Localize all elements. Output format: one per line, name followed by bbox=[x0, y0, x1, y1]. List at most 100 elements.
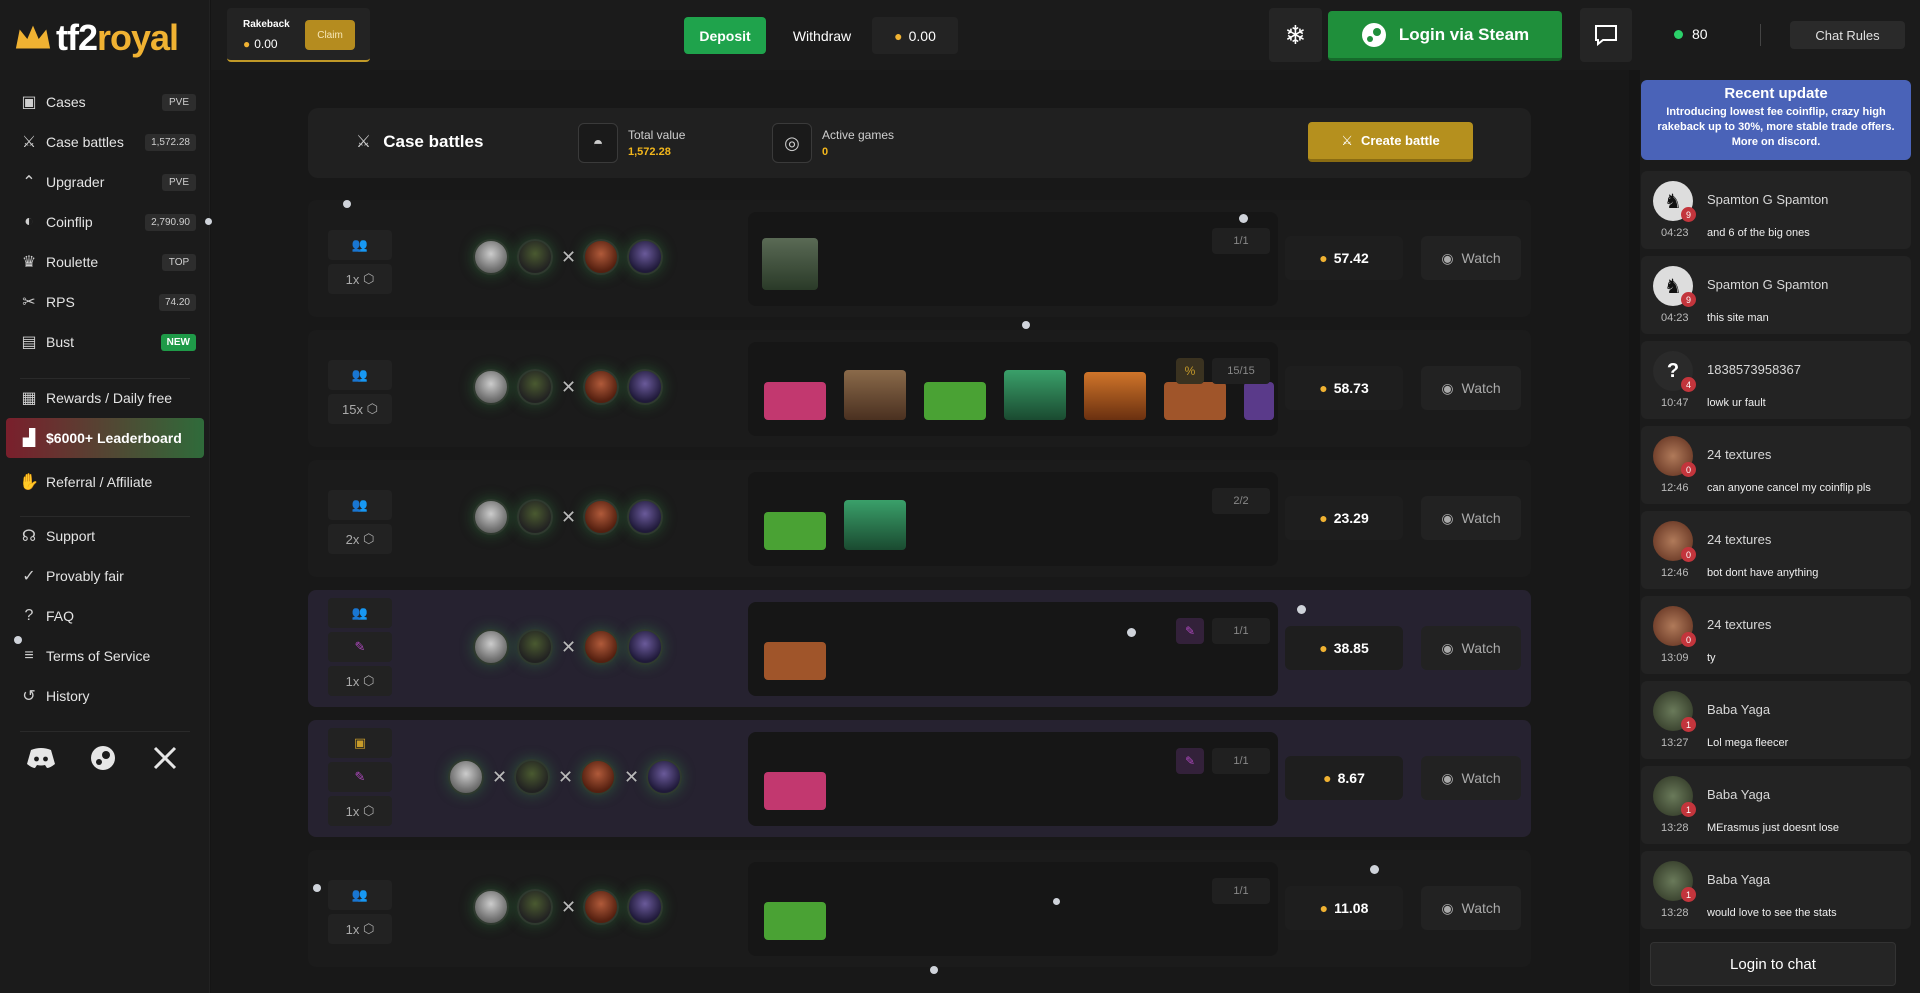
sidebar-item-referral[interactable]: ✋ Referral / Affiliate bbox=[0, 462, 210, 502]
message-text: MErasmus just doesnt lose bbox=[1707, 822, 1840, 834]
round-counter: 1/1 bbox=[1212, 618, 1270, 644]
versus-icon: ✕ bbox=[561, 246, 577, 267]
avatar bbox=[517, 629, 553, 665]
battle-price: ● 11.08 bbox=[1285, 886, 1403, 930]
username[interactable]: 1838573958367 bbox=[1707, 362, 1801, 377]
username[interactable]: Spamton G Spamton bbox=[1707, 192, 1828, 207]
battle-row[interactable]: 👥 ✎ 1x ⬡ ✕ ✎ 1/1 ● 38.85 ◉ Watch bbox=[308, 590, 1531, 707]
avatar bbox=[473, 889, 509, 925]
timestamp: 04:23 bbox=[1661, 227, 1689, 239]
watch-button[interactable]: ◉ Watch bbox=[1421, 236, 1521, 280]
versus-icon: ✕ bbox=[561, 896, 577, 917]
battle-row[interactable]: 👥 1x ⬡ ✕ 1/1 ● 11.08 ◉ Watch bbox=[308, 850, 1531, 967]
battle-row[interactable]: ▣ ✎ 1x ⬡ ✕ ✕ ✕ ✎ 1/1 ● 8.67 ◉ Watch bbox=[308, 720, 1531, 837]
chat-rules-button[interactable]: Chat Rules bbox=[1790, 21, 1905, 49]
timestamp: 13:28 bbox=[1661, 822, 1689, 834]
claim-button[interactable]: Claim bbox=[305, 20, 355, 50]
timestamp: 13:09 bbox=[1661, 652, 1689, 664]
nav-info: ☊ Support ✓ Provably fair ? FAQ ≡ Terms of S… bbox=[0, 516, 210, 716]
timestamp: 13:27 bbox=[1661, 737, 1689, 749]
level-badge: 1 bbox=[1681, 802, 1696, 817]
sidebar-item-upgrader[interactable]: ⌃ Upgrader PVE bbox=[0, 162, 210, 202]
round-counter: 1/1 bbox=[1212, 748, 1270, 774]
target-icon: ◎ bbox=[772, 123, 812, 163]
sidebar-item-roulette[interactable]: ♛ Roulette TOP bbox=[0, 242, 210, 282]
document-icon: ≡ bbox=[24, 647, 34, 664]
case-count: 1x ⬡ bbox=[328, 264, 392, 294]
deposit-button[interactable]: Deposit bbox=[684, 17, 766, 54]
crown-logo-icon bbox=[15, 25, 51, 49]
login-to-chat-button[interactable]: Login to chat bbox=[1650, 942, 1896, 986]
team-icon: 👥 bbox=[328, 360, 392, 390]
message-text: bot dont have anything bbox=[1707, 567, 1819, 579]
timestamp: 10:47 bbox=[1661, 397, 1689, 409]
sidebar-item-case-battles[interactable]: ⚔ Case battles 1,572.28 bbox=[0, 122, 210, 162]
sidebar-item-rps[interactable]: ✂ RPS 74.20 bbox=[0, 282, 210, 322]
snowflake-decoration bbox=[1297, 605, 1306, 614]
avatar bbox=[627, 369, 663, 405]
battle-icon: ⚔ bbox=[356, 132, 372, 151]
battle-price: ● 58.73 bbox=[1285, 366, 1403, 410]
team-icon: 👥 bbox=[328, 490, 392, 520]
username[interactable]: Spamton G Spamton bbox=[1707, 277, 1828, 292]
rakeback-panel: Rakeback ● 0.00 Claim bbox=[227, 8, 370, 62]
sidebar-item-cases[interactable]: ▣ Cases PVE bbox=[0, 82, 210, 122]
username[interactable]: 24 textures bbox=[1707, 532, 1771, 547]
eye-icon: ◉ bbox=[1441, 769, 1454, 786]
sidebar-item-leaderboard[interactable]: ▟ $6000+ Leaderboard bbox=[6, 418, 204, 458]
coin-icon: ● bbox=[1319, 640, 1328, 656]
sidebar-item-history[interactable]: ↺ History bbox=[0, 676, 210, 716]
case-strip: ✎ 1/1 bbox=[748, 602, 1278, 696]
avatar bbox=[627, 239, 663, 275]
box-icon: ▣ bbox=[21, 94, 37, 111]
top-badge: TOP bbox=[162, 253, 196, 271]
avatar bbox=[627, 889, 663, 925]
watch-button[interactable]: ◉ Watch bbox=[1421, 496, 1521, 540]
x-twitter-icon[interactable] bbox=[150, 744, 180, 772]
battle-row[interactable]: 👥 1x ⬡ ✕ 1/1 ● 57.42 ◉ Watch bbox=[308, 200, 1531, 317]
create-battle-button[interactable]: ⚔ Create battle bbox=[1308, 122, 1473, 162]
watch-button[interactable]: ◉ Watch bbox=[1421, 756, 1521, 800]
login-steam-button[interactable]: Login via Steam bbox=[1328, 11, 1562, 61]
withdraw-button[interactable]: Withdraw bbox=[784, 17, 860, 54]
sidebar-item-rewards[interactable]: ▦ Rewards / Daily free bbox=[0, 378, 210, 418]
sidebar-item-bust[interactable]: ▤ Bust NEW bbox=[0, 322, 210, 362]
sidebar-item-coinflip[interactable]: ◐ Coinflip 2,790.90 bbox=[0, 202, 210, 242]
upgrade-icon: ⌃ bbox=[22, 174, 36, 191]
chat-message: 1 Baba Yaga 13:28 would love to see the sta… bbox=[1641, 851, 1911, 929]
logo[interactable]: tf2royal bbox=[14, 17, 179, 58]
value-badge: 2,790.90 bbox=[145, 213, 196, 231]
sidebar-item-support[interactable]: ☊ Support bbox=[0, 516, 210, 556]
chat-bubble-icon bbox=[1595, 25, 1617, 46]
case-strip: 1/1 bbox=[748, 212, 1278, 306]
watch-button[interactable]: ◉ Watch bbox=[1421, 886, 1521, 930]
chat-message: ? 4 1838573958367 10:47 lowk ur fault bbox=[1641, 341, 1911, 419]
battle-row[interactable]: 👥 15x ⬡ ✕ % 15/15 ● 58.73 ◉ Watch bbox=[308, 330, 1531, 447]
sidebar-item-provably-fair[interactable]: ✓ Provably fair bbox=[0, 556, 210, 596]
case-image bbox=[1004, 370, 1066, 420]
crazy-mode-icon: ✎ bbox=[328, 632, 392, 662]
divider bbox=[1760, 24, 1761, 46]
battle-row[interactable]: 👥 2x ⬡ ✕ 2/2 ● 23.29 ◉ Watch bbox=[308, 460, 1531, 577]
username[interactable]: 24 textures bbox=[1707, 617, 1771, 632]
sidebar-item-faq[interactable]: ? FAQ bbox=[0, 596, 210, 636]
username[interactable]: Baba Yaga bbox=[1707, 787, 1770, 802]
watch-button[interactable]: ◉ Watch bbox=[1421, 626, 1521, 670]
discord-icon[interactable] bbox=[26, 744, 56, 772]
battle-icon: ⚔ bbox=[1341, 132, 1353, 148]
username[interactable]: Baba Yaga bbox=[1707, 702, 1770, 717]
eye-icon: ◉ bbox=[1441, 639, 1454, 656]
pve-badge: PVE bbox=[162, 173, 196, 191]
message-text: Lol mega fleecer bbox=[1707, 737, 1789, 749]
username[interactable]: Baba Yaga bbox=[1707, 872, 1770, 887]
chat-toggle-button[interactable] bbox=[1580, 8, 1632, 62]
snow-toggle-button[interactable]: ❄ bbox=[1269, 8, 1322, 62]
watch-button[interactable]: ◉ Watch bbox=[1421, 366, 1521, 410]
avatar bbox=[517, 239, 553, 275]
avatar bbox=[514, 759, 550, 795]
sidebar-item-tos[interactable]: ≡ Terms of Service bbox=[0, 636, 210, 676]
username[interactable]: 24 textures bbox=[1707, 447, 1771, 462]
steam-icon[interactable] bbox=[88, 744, 118, 772]
avatar bbox=[517, 889, 553, 925]
chat-message: 0 24 textures 13:09 ty bbox=[1641, 596, 1911, 674]
